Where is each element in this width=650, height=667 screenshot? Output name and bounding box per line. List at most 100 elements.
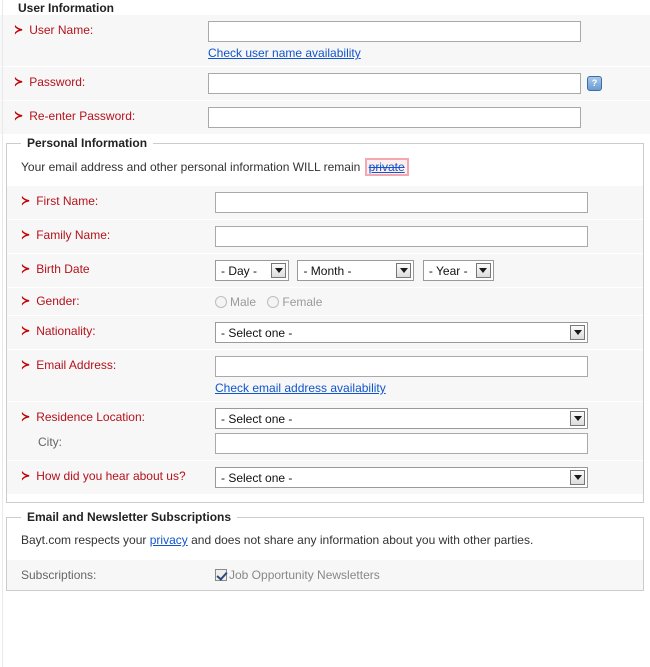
label-gender: ≻ Gender:: [7, 292, 215, 310]
left-rule: [2, 0, 3, 667]
label-hear-about-us-text: How did you hear about us?: [36, 469, 186, 483]
row-birth-date: ≻ Birth Date - Day - - Month - - Year -: [7, 254, 643, 288]
residence-location-select[interactable]: - Select one -: [215, 408, 588, 429]
personal-information-note: Your email address and other personal in…: [7, 144, 643, 186]
required-arrow-icon: ≻: [21, 294, 31, 308]
password-input[interactable]: [208, 73, 581, 94]
birth-date-day-select[interactable]: - Day -: [215, 260, 289, 281]
label-first-name: ≻ First Name:: [7, 192, 215, 210]
control-nationality: - Select one -: [215, 322, 643, 343]
control-birth-date: - Day - - Month - - Year -: [215, 260, 643, 281]
registration-form-page: User Information ≻ User Name: Check user…: [0, 0, 650, 667]
birth-date-year-value: - Year -: [428, 263, 468, 278]
label-nationality-text: Nationality:: [36, 324, 96, 338]
control-family-name: [215, 226, 643, 247]
reenter-password-input[interactable]: [208, 107, 581, 128]
user-name-input[interactable]: [208, 21, 581, 42]
chevron-down-icon: [570, 470, 585, 485]
birth-date-month-value: - Month -: [303, 263, 352, 278]
label-family-name: ≻ Family Name:: [7, 226, 215, 244]
nationality-value: - Select one -: [221, 325, 293, 340]
row-family-name: ≻ Family Name:: [7, 220, 643, 254]
row-residence-location: ≻ Residence Location: - Select one -: [7, 402, 643, 431]
private-link-highlight: private: [364, 158, 409, 176]
password-help-icon[interactable]: ?: [587, 76, 602, 91]
required-arrow-icon: ≻: [21, 324, 31, 338]
label-user-name: ≻ User Name:: [0, 21, 208, 39]
first-name-input[interactable]: [215, 192, 588, 213]
label-first-name-text: First Name:: [36, 194, 99, 208]
required-arrow-icon: ≻: [21, 194, 31, 208]
label-reenter-password: ≻ Re-enter Password:: [0, 107, 208, 125]
radio-unchecked-icon: [215, 296, 227, 308]
family-name-input[interactable]: [215, 226, 588, 247]
chevron-down-icon: [271, 263, 286, 278]
label-user-name-text: User Name:: [29, 23, 94, 37]
email-newsletter-rows: Subscriptions: Job Opportunity Newslette…: [7, 560, 643, 590]
email-newsletter-fieldset: Email and Newsletter Subscriptions Bayt.…: [6, 510, 644, 591]
checkbox-checked-icon[interactable]: [215, 569, 227, 581]
row-email-address: ≻ Email Address: Check email address ava…: [7, 350, 643, 402]
gender-male-label: Male: [230, 295, 257, 309]
control-reenter-password: [208, 107, 650, 128]
control-user-name: Check user name availability: [208, 21, 650, 62]
section-title-email-newsletter: Email and Newsletter Subscriptions: [21, 510, 238, 524]
chevron-down-icon: [396, 263, 412, 278]
required-arrow-icon: ≻: [21, 262, 31, 276]
chevron-down-icon: [570, 411, 585, 426]
label-birth-date-text: Birth Date: [36, 262, 90, 276]
birth-date-year-select[interactable]: - Year -: [422, 260, 494, 281]
label-email-address-text: Email Address:: [36, 358, 117, 372]
control-residence-location: - Select one -: [215, 408, 643, 429]
birth-date-month-select[interactable]: - Month -: [297, 260, 415, 281]
gender-female-label: Female: [282, 295, 323, 309]
row-reenter-password: ≻ Re-enter Password:: [0, 101, 650, 135]
private-link[interactable]: private: [369, 160, 405, 174]
label-email-address: ≻ Email Address:: [7, 356, 215, 374]
privacy-link[interactable]: privacy: [150, 533, 188, 547]
birth-date-day-value: - Day -: [221, 263, 257, 278]
email-newsletter-note-after: and does not share any information about…: [191, 533, 534, 547]
gender-male-radio[interactable]: Male: [215, 295, 259, 309]
label-residence-location-text: Residence Location:: [36, 410, 145, 424]
control-password: ?: [208, 73, 650, 94]
control-city: [215, 433, 643, 454]
row-city: City:: [7, 431, 643, 461]
control-hear-about-us: - Select one -: [215, 467, 643, 488]
hear-about-us-select[interactable]: - Select one -: [215, 467, 588, 488]
control-email-address: Check email address availability: [215, 356, 643, 397]
row-hear-about-us: ≻ How did you hear about us? - Select on…: [7, 461, 643, 494]
required-arrow-icon: ≻: [21, 228, 31, 242]
gender-female-radio[interactable]: Female: [267, 295, 322, 309]
subscription-job-newsletters-option[interactable]: Job Opportunity Newsletters: [215, 568, 380, 582]
check-user-name-availability-link[interactable]: Check user name availability: [208, 46, 361, 60]
label-birth-date: ≻ Birth Date: [7, 260, 215, 278]
personal-information-rows: ≻ First Name: ≻ Family Name: ≻ Birth Dat…: [7, 186, 643, 494]
hear-about-us-value: - Select one -: [221, 470, 293, 485]
personal-information-note-text: Your email address and other personal in…: [21, 160, 361, 174]
required-arrow-icon: ≻: [21, 469, 31, 483]
label-subscriptions-text: Subscriptions:: [21, 568, 97, 582]
label-password: ≻ Password:: [0, 73, 208, 91]
label-gender-text: Gender:: [36, 294, 80, 308]
chevron-down-icon: [570, 325, 585, 340]
check-email-address-availability-link[interactable]: Check email address availability: [215, 381, 386, 395]
label-city: City:: [7, 433, 215, 451]
email-newsletter-note-before: Bayt.com respects your: [21, 533, 147, 547]
city-input[interactable]: [215, 433, 588, 454]
radio-unchecked-icon: [267, 296, 280, 308]
section-title-personal-information: Personal Information: [21, 136, 154, 150]
row-user-name: ≻ User Name: Check user name availabilit…: [0, 15, 650, 67]
row-subscriptions: Subscriptions: Job Opportunity Newslette…: [7, 560, 643, 590]
personal-information-fieldset: Personal Information Your email address …: [6, 136, 644, 503]
nationality-select[interactable]: - Select one -: [215, 322, 588, 343]
required-arrow-icon: ≻: [21, 358, 31, 372]
label-residence-location: ≻ Residence Location:: [7, 408, 215, 426]
required-arrow-icon: ≻: [14, 23, 24, 37]
row-password: ≻ Password: ?: [0, 67, 650, 101]
email-address-input[interactable]: [215, 356, 588, 377]
required-arrow-icon: ≻: [14, 75, 24, 89]
label-city-text: City:: [38, 435, 62, 449]
user-information-rows: ≻ User Name: Check user name availabilit…: [0, 15, 650, 135]
label-family-name-text: Family Name:: [36, 228, 111, 242]
